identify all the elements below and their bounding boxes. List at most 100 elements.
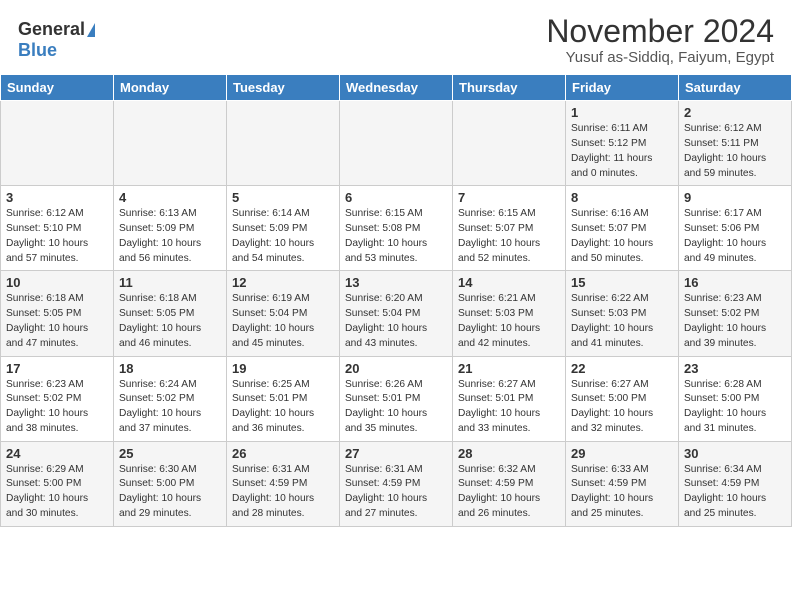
day-detail: Sunrise: 6:29 AM Sunset: 5:00 PM Dayligh… — [6, 463, 108, 522]
calendar-cell — [227, 101, 340, 186]
logo: General Blue — [18, 19, 95, 61]
calendar-cell — [453, 101, 566, 186]
day-number: 14 — [458, 275, 560, 290]
day-number: 19 — [232, 361, 334, 376]
day-detail: Sunrise: 6:34 AM Sunset: 4:59 PM Dayligh… — [684, 463, 786, 522]
calendar-cell: 15Sunrise: 6:22 AM Sunset: 5:03 PM Dayli… — [566, 271, 679, 356]
day-number: 18 — [119, 361, 221, 376]
weekday-header: Thursday — [453, 75, 566, 101]
calendar-week-row: 10 Sunrise: 6:18 AM Sunset: 5:05 PM Dayli… — [1, 271, 792, 356]
day-number: 30 — [684, 446, 786, 461]
day-number: 28 — [458, 446, 560, 461]
day-number: 24 — [6, 446, 108, 461]
calendar-week-row: 24 Sunrise: 6:29 AM Sunset: 5:00 PM Dayli… — [1, 441, 792, 526]
day-detail: Sunrise: 6:14 AM Sunset: 5:09 PM Dayligh… — [232, 207, 334, 266]
calendar-week-row: 17 Sunrise: 6:23 AM Sunset: 5:02 PM Dayli… — [1, 356, 792, 441]
day-number: 8 — [571, 190, 673, 205]
page-header: General Blue November 2024 Yusuf as-Sidd… — [0, 0, 792, 72]
day-detail: Sunrise: 6:17 AM Sunset: 5:06 PM Dayligh… — [684, 207, 786, 266]
weekday-header: Wednesday — [340, 75, 453, 101]
calendar-cell: 25Sunrise: 6:30 AM Sunset: 5:00 PM Dayli… — [114, 441, 227, 526]
calendar-cell: 4Sunrise: 6:13 AM Sunset: 5:09 PM Daylig… — [114, 186, 227, 271]
weekday-header: Saturday — [679, 75, 792, 101]
day-number: 21 — [458, 361, 560, 376]
calendar-cell: 11 Sunrise: 6:18 AM Sunset: 5:05 PM Dayli… — [114, 271, 227, 356]
day-number: 16 — [684, 275, 786, 290]
day-detail: Sunrise: 6:31 AM Sunset: 4:59 PM Dayligh… — [232, 463, 334, 522]
day-number: 12 — [232, 275, 334, 290]
day-number: 11 — [119, 275, 221, 290]
day-detail: Sunrise: 6:28 AM Sunset: 5:00 PM Dayligh… — [684, 378, 786, 437]
day-number: 4 — [119, 190, 221, 205]
title-block: November 2024 Yusuf as-Siddiq, Faiyum, E… — [546, 14, 774, 66]
calendar-cell: 29Sunrise: 6:33 AM Sunset: 4:59 PM Dayli… — [566, 441, 679, 526]
weekday-header: Monday — [114, 75, 227, 101]
calendar-cell: 28 Sunrise: 6:32 AM Sunset: 4:59 PM Dayli… — [453, 441, 566, 526]
day-detail: Sunrise: 6:15 AM Sunset: 5:07 PM Dayligh… — [458, 207, 560, 266]
calendar-cell: 30 Sunrise: 6:34 AM Sunset: 4:59 PM Dayli… — [679, 441, 792, 526]
day-detail: Sunrise: 6:30 AM Sunset: 5:00 PM Dayligh… — [119, 463, 221, 522]
calendar-cell: 16 Sunrise: 6:23 AM Sunset: 5:02 PM Dayli… — [679, 271, 792, 356]
calendar-cell: 6 Sunrise: 6:15 AM Sunset: 5:08 PM Daylig… — [340, 186, 453, 271]
day-detail: Sunrise: 6:19 AM Sunset: 5:04 PM Dayligh… — [232, 292, 334, 351]
day-detail: Sunrise: 6:18 AM Sunset: 5:05 PM Dayligh… — [6, 292, 108, 351]
calendar-cell: 22 Sunrise: 6:27 AM Sunset: 5:00 PM Dayli… — [566, 356, 679, 441]
calendar-cell: 1Sunrise: 6:11 AM Sunset: 5:12 PM Daylig… — [566, 101, 679, 186]
calendar-cell: 8Sunrise: 6:16 AM Sunset: 5:07 PM Daylig… — [566, 186, 679, 271]
day-detail: Sunrise: 6:18 AM Sunset: 5:05 PM Dayligh… — [119, 292, 221, 351]
calendar-cell: 18 Sunrise: 6:24 AM Sunset: 5:02 PM Dayli… — [114, 356, 227, 441]
day-number: 6 — [345, 190, 447, 205]
day-number: 9 — [684, 190, 786, 205]
weekday-header: Sunday — [1, 75, 114, 101]
calendar-table: SundayMondayTuesdayWednesdayThursdayFrid… — [0, 74, 792, 527]
calendar-header-row: SundayMondayTuesdayWednesdayThursdayFrid… — [1, 75, 792, 101]
page-subtitle: Yusuf as-Siddiq, Faiyum, Egypt — [546, 49, 774, 66]
weekday-header: Friday — [566, 75, 679, 101]
day-number: 20 — [345, 361, 447, 376]
calendar-cell: 20Sunrise: 6:26 AM Sunset: 5:01 PM Dayli… — [340, 356, 453, 441]
day-detail: Sunrise: 6:23 AM Sunset: 5:02 PM Dayligh… — [6, 378, 108, 437]
calendar-cell: 26 Sunrise: 6:31 AM Sunset: 4:59 PM Dayli… — [227, 441, 340, 526]
day-detail: Sunrise: 6:23 AM Sunset: 5:02 PM Dayligh… — [684, 292, 786, 351]
day-number: 26 — [232, 446, 334, 461]
day-detail: Sunrise: 6:33 AM Sunset: 4:59 PM Dayligh… — [571, 463, 673, 522]
day-detail: Sunrise: 6:24 AM Sunset: 5:02 PM Dayligh… — [119, 378, 221, 437]
day-number: 23 — [684, 361, 786, 376]
calendar-cell: 27Sunrise: 6:31 AM Sunset: 4:59 PM Dayli… — [340, 441, 453, 526]
calendar-week-row: 3 Sunrise: 6:12 AM Sunset: 5:10 PM Daylig… — [1, 186, 792, 271]
day-detail: Sunrise: 6:27 AM Sunset: 5:01 PM Dayligh… — [458, 378, 560, 437]
calendar-cell — [340, 101, 453, 186]
day-number: 22 — [571, 361, 673, 376]
day-number: 13 — [345, 275, 447, 290]
calendar-cell: 13 Sunrise: 6:20 AM Sunset: 5:04 PM Dayli… — [340, 271, 453, 356]
day-number: 15 — [571, 275, 673, 290]
logo-general: General — [18, 19, 85, 40]
day-detail: Sunrise: 6:27 AM Sunset: 5:00 PM Dayligh… — [571, 378, 673, 437]
day-number: 27 — [345, 446, 447, 461]
page-title: November 2024 — [546, 14, 774, 49]
logo-icon — [87, 23, 95, 37]
day-number: 10 — [6, 275, 108, 290]
calendar-cell: 5Sunrise: 6:14 AM Sunset: 5:09 PM Daylig… — [227, 186, 340, 271]
day-number: 3 — [6, 190, 108, 205]
calendar-cell: 21 Sunrise: 6:27 AM Sunset: 5:01 PM Dayli… — [453, 356, 566, 441]
day-number: 17 — [6, 361, 108, 376]
calendar-cell: 24 Sunrise: 6:29 AM Sunset: 5:00 PM Dayli… — [1, 441, 114, 526]
day-detail: Sunrise: 6:25 AM Sunset: 5:01 PM Dayligh… — [232, 378, 334, 437]
day-detail: Sunrise: 6:20 AM Sunset: 5:04 PM Dayligh… — [345, 292, 447, 351]
day-detail: Sunrise: 6:12 AM Sunset: 5:10 PM Dayligh… — [6, 207, 108, 266]
day-number: 7 — [458, 190, 560, 205]
calendar-cell: 14 Sunrise: 6:21 AM Sunset: 5:03 PM Dayli… — [453, 271, 566, 356]
day-detail: Sunrise: 6:15 AM Sunset: 5:08 PM Dayligh… — [345, 207, 447, 266]
calendar-cell — [114, 101, 227, 186]
day-detail: Sunrise: 6:12 AM Sunset: 5:11 PM Dayligh… — [684, 122, 786, 181]
calendar-cell: 9 Sunrise: 6:17 AM Sunset: 5:06 PM Daylig… — [679, 186, 792, 271]
logo-blue: Blue — [18, 40, 57, 61]
calendar-cell: 19 Sunrise: 6:25 AM Sunset: 5:01 PM Dayli… — [227, 356, 340, 441]
day-detail: Sunrise: 6:21 AM Sunset: 5:03 PM Dayligh… — [458, 292, 560, 351]
calendar-cell: 10 Sunrise: 6:18 AM Sunset: 5:05 PM Dayli… — [1, 271, 114, 356]
calendar-cell: 23 Sunrise: 6:28 AM Sunset: 5:00 PM Dayli… — [679, 356, 792, 441]
calendar-cell: 3 Sunrise: 6:12 AM Sunset: 5:10 PM Daylig… — [1, 186, 114, 271]
day-detail: Sunrise: 6:32 AM Sunset: 4:59 PM Dayligh… — [458, 463, 560, 522]
day-number: 1 — [571, 105, 673, 120]
